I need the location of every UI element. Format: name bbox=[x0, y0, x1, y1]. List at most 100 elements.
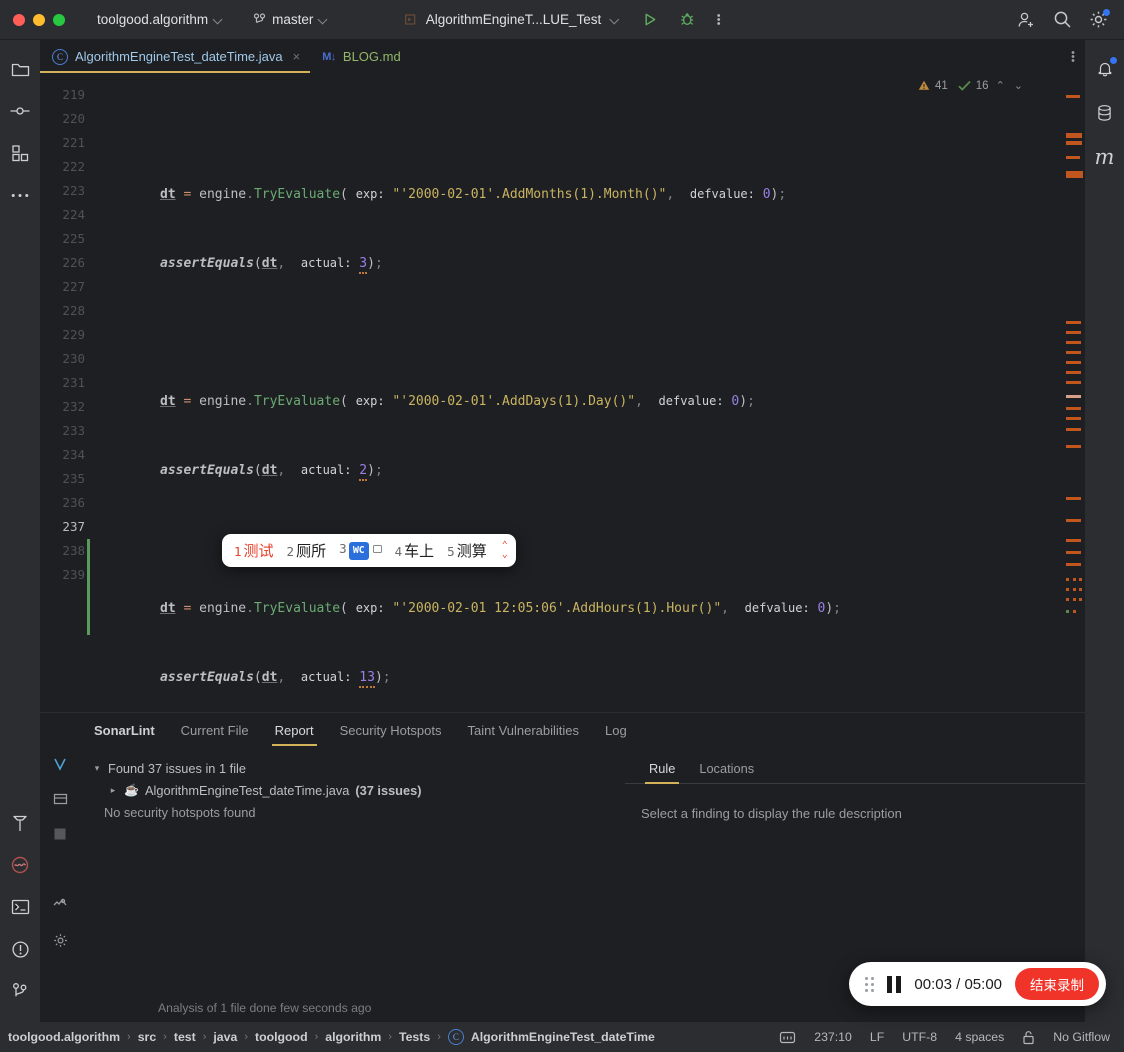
add-user-icon[interactable] bbox=[1017, 11, 1036, 29]
maven-tool-window-button[interactable]: m bbox=[1088, 140, 1122, 174]
window-controls[interactable] bbox=[0, 13, 65, 26]
stripe-marker[interactable] bbox=[1066, 610, 1069, 613]
notifications-button[interactable] bbox=[1088, 52, 1122, 86]
tab-log[interactable]: Log bbox=[592, 716, 640, 746]
file-encoding[interactable]: UTF-8 bbox=[902, 1030, 937, 1044]
stripe-marker[interactable] bbox=[1066, 445, 1081, 448]
stripe-marker[interactable] bbox=[1066, 551, 1081, 554]
stop-recording-button[interactable]: 结束录制 bbox=[1015, 968, 1099, 1000]
stripe-marker[interactable] bbox=[1066, 331, 1081, 334]
stripe-marker[interactable] bbox=[1073, 610, 1076, 613]
stripe-marker[interactable] bbox=[1066, 417, 1081, 420]
ime-page-down-icon[interactable]: ⌄ bbox=[502, 550, 508, 560]
stripe-marker[interactable] bbox=[1066, 588, 1069, 591]
breadcrumb-item[interactable]: algorithm bbox=[325, 1030, 381, 1044]
chevron-down-icon[interactable]: ▾ bbox=[92, 763, 102, 774]
project-selector[interactable]: toolgood.algorithm bbox=[97, 12, 223, 27]
debug-icon[interactable] bbox=[679, 12, 694, 27]
database-tool-window-button[interactable] bbox=[1088, 96, 1122, 130]
ime-candidate[interactable]: 4 车上 bbox=[395, 540, 435, 561]
terminal-tool-window-button[interactable] bbox=[3, 890, 37, 924]
screen-recorder-widget[interactable]: 00:03 / 05:00 结束录制 bbox=[849, 962, 1106, 1006]
stripe-marker[interactable] bbox=[1066, 519, 1081, 522]
sonarlint-logo-icon[interactable] bbox=[51, 755, 69, 773]
stripe-marker[interactable] bbox=[1066, 578, 1069, 581]
breadcrumb-item[interactable]: src bbox=[138, 1030, 156, 1044]
ime-page-nav[interactable]: ⌃ ⌄ bbox=[502, 541, 508, 560]
code-text-area[interactable]: dt = engine.TryEvaluate( exp: "'2000-02-… bbox=[98, 73, 1063, 712]
stripe-marker[interactable] bbox=[1066, 563, 1081, 566]
tree-row[interactable]: ▾ Found 37 issues in 1 file bbox=[88, 757, 625, 779]
branch-selector[interactable]: master bbox=[253, 12, 328, 27]
close-icon[interactable]: × bbox=[293, 49, 301, 64]
stripe-marker[interactable] bbox=[1066, 133, 1082, 138]
tab-report[interactable]: Report bbox=[262, 716, 327, 746]
more-tool-windows-button[interactable] bbox=[3, 178, 37, 212]
minimize-window-button[interactable] bbox=[33, 13, 45, 26]
ime-candidate[interactable]: 3 WC bbox=[339, 541, 382, 560]
findings-tree[interactable]: ▾ Found 37 issues in 1 file ▸ ☕ Algorith… bbox=[80, 749, 625, 994]
build-tool-window-button[interactable] bbox=[3, 806, 37, 840]
structure-tool-window-button[interactable] bbox=[3, 136, 37, 170]
stripe-marker[interactable] bbox=[1073, 588, 1076, 591]
gear-icon[interactable] bbox=[51, 931, 69, 949]
stripe-marker[interactable] bbox=[1066, 321, 1081, 324]
tree-row[interactable]: ▸ ☕ AlgorithmEngineTest_dateTime.java (3… bbox=[88, 779, 625, 801]
more-vertical-icon[interactable] bbox=[716, 12, 720, 27]
stripe-marker[interactable] bbox=[1066, 497, 1081, 500]
error-stripe-gutter[interactable] bbox=[1063, 73, 1085, 712]
tab-locations[interactable]: Locations bbox=[687, 755, 766, 783]
tab-taint-vulnerabilities[interactable]: Taint Vulnerabilities bbox=[455, 716, 593, 746]
code-editor[interactable]: 219 220 221 222 223 224 225 226 227 228 … bbox=[40, 73, 1085, 712]
stripe-marker[interactable] bbox=[1066, 156, 1080, 159]
breadcrumb-item[interactable]: test bbox=[174, 1030, 196, 1044]
stripe-marker[interactable] bbox=[1066, 371, 1081, 374]
stripe-marker[interactable] bbox=[1066, 598, 1069, 601]
tab-current-file[interactable]: Current File bbox=[168, 716, 262, 746]
editor-tab-java[interactable]: C AlgorithmEngineTest_dateTime.java × bbox=[40, 40, 311, 73]
stripe-marker[interactable] bbox=[1073, 578, 1076, 581]
ime-candidate[interactable]: 1 测试 bbox=[234, 540, 274, 561]
ime-candidate[interactable]: 2 厕所 bbox=[287, 540, 327, 561]
project-tool-window-button[interactable] bbox=[3, 52, 37, 86]
chevron-right-icon[interactable]: ▸ bbox=[108, 785, 118, 796]
run-config-name[interactable]: AlgorithmEngineT...LUE_Test bbox=[426, 12, 602, 27]
sonarlint-tool-window-button[interactable] bbox=[3, 848, 37, 882]
close-window-button[interactable] bbox=[13, 13, 25, 26]
editor-tabs-options-button[interactable] bbox=[1071, 40, 1085, 73]
stripe-marker[interactable] bbox=[1066, 341, 1081, 344]
stripe-marker[interactable] bbox=[1066, 381, 1081, 384]
problems-tool-window-button[interactable] bbox=[3, 932, 37, 966]
ime-indicator-icon[interactable] bbox=[779, 1030, 796, 1045]
pause-icon[interactable] bbox=[887, 975, 902, 993]
stripe-marker[interactable] bbox=[1066, 407, 1081, 410]
maximize-window-button[interactable] bbox=[53, 13, 65, 26]
settings-icon[interactable] bbox=[51, 896, 69, 914]
tab-rule[interactable]: Rule bbox=[637, 755, 687, 784]
stripe-marker[interactable] bbox=[1066, 95, 1080, 98]
tab-security-hotspots[interactable]: Security Hotspots bbox=[327, 716, 455, 746]
git-tool-window-button[interactable] bbox=[3, 974, 37, 1008]
gear-icon[interactable] bbox=[1089, 9, 1110, 29]
stripe-marker[interactable] bbox=[1073, 598, 1076, 601]
stripe-marker[interactable] bbox=[1066, 395, 1081, 398]
stripe-marker[interactable] bbox=[1079, 598, 1082, 601]
stripe-marker[interactable] bbox=[1079, 588, 1082, 591]
gitflow-status[interactable]: No Gitflow bbox=[1053, 1030, 1110, 1044]
next-problem-button[interactable]: ⌄ bbox=[1012, 79, 1025, 92]
stripe-marker[interactable] bbox=[1066, 351, 1081, 354]
stripe-marker[interactable] bbox=[1066, 141, 1082, 145]
breadcrumb-item[interactable]: toolgood bbox=[255, 1030, 308, 1044]
collapse-all-icon[interactable] bbox=[51, 825, 69, 843]
ime-candidate[interactable]: 5 测算 bbox=[447, 540, 487, 561]
group-by-icon[interactable] bbox=[51, 790, 69, 808]
run-icon[interactable] bbox=[642, 12, 657, 27]
stripe-marker[interactable] bbox=[1079, 578, 1082, 581]
stripe-marker[interactable] bbox=[1066, 428, 1081, 431]
breadcrumb-item[interactable]: java bbox=[213, 1030, 237, 1044]
drag-handle-icon[interactable] bbox=[865, 976, 875, 992]
breadcrumb-item[interactable]: AlgorithmEngineTest_dateTime bbox=[471, 1030, 655, 1044]
ime-candidate-popup[interactable]: 1 测试 2 厕所 3 WC 4 车上 5 测算 ⌃ ⌄ bbox=[222, 534, 516, 567]
stripe-marker[interactable] bbox=[1066, 361, 1081, 364]
editor-tab-markdown[interactable]: M↓ BLOG.md bbox=[310, 40, 410, 73]
